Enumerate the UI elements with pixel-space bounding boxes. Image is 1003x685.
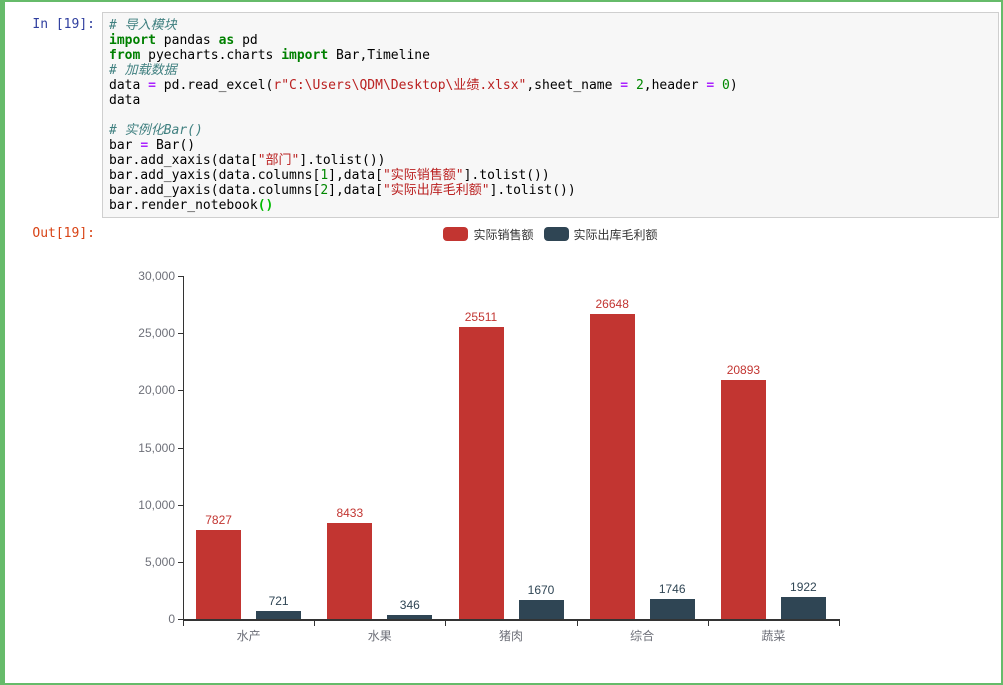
notebook-cell: In [19]: # 导入模块 import pandas as pd from p… (0, 0, 1003, 685)
y-axis-tick-label: 10,000 (138, 497, 175, 512)
legend-marker-sales-icon (443, 227, 469, 241)
y-axis-tick-label: 5,000 (144, 554, 175, 569)
bar-实际出库毛利额-蔬菜[interactable] (780, 597, 826, 619)
bar-实际出库毛利额-猪肉[interactable] (518, 599, 564, 619)
x-axis-category-label: 综合 (630, 629, 655, 643)
legend-item-profit[interactable]: 实际出库毛利额 (543, 226, 658, 243)
input-prompt: In [19]: (32, 17, 95, 32)
code-line[interactable]: bar.add_xaxis(data["部门"].tolist()) (109, 153, 992, 168)
y-axis-tick (178, 333, 183, 335)
bar-value-label: 1670 (527, 582, 555, 597)
legend-label-profit: 实际出库毛利额 (573, 227, 658, 242)
output-prompt: Out[19]: (32, 226, 95, 241)
code-line[interactable]: import pandas as pd (109, 33, 992, 48)
x-axis-tick (314, 621, 316, 626)
code-editor[interactable]: # 导入模块 import pandas as pd from pyecharts.… (102, 12, 999, 218)
y-axis-tick (178, 619, 183, 620)
y-axis-tick-label: 0 (168, 612, 175, 626)
x-axis-tick (183, 621, 184, 626)
y-axis-line (183, 276, 184, 619)
code-line[interactable]: from pyecharts.charts import Bar,Timelin… (109, 48, 992, 63)
bar-实际销售额-蔬菜[interactable] (720, 380, 766, 619)
code-line[interactable]: bar.render_notebook() (109, 198, 992, 213)
x-axis-category-label: 水果 (367, 629, 392, 643)
code-line[interactable]: data = pd.read_excel(r"C:\Users\QDM\Desk… (109, 78, 992, 93)
code-line[interactable]: # 导入模块 (109, 18, 992, 33)
bar-value-label: 1746 (658, 582, 686, 597)
chart-legend: 实际销售额 实际出库毛利额 (102, 226, 999, 242)
x-axis-category-label: 水产 (236, 629, 261, 643)
x-axis-tick (839, 621, 840, 626)
code-line[interactable]: # 加载数据 (109, 63, 992, 78)
code-line[interactable]: bar.add_yaxis(data.columns[1],data["实际销售… (109, 168, 992, 183)
x-axis-category-label: 猪肉 (498, 629, 523, 643)
code-line[interactable]: bar = Bar() (109, 138, 992, 153)
y-axis-tick-label: 25,000 (138, 326, 175, 341)
y-axis-tick-label: 30,000 (138, 269, 175, 283)
bar-实际销售额-水果[interactable] (327, 522, 373, 619)
bar-实际销售额-综合[interactable] (589, 314, 635, 619)
y-axis-tick (178, 561, 183, 563)
bar-实际出库毛利额-水果[interactable] (387, 615, 433, 619)
bar-value-label: 721 (268, 593, 289, 608)
bar-value-label: 20893 (726, 363, 761, 378)
bar-value-label: 26648 (595, 297, 629, 312)
x-axis-tick (445, 621, 447, 626)
x-axis-line (183, 619, 840, 621)
code-line[interactable]: # 实例化Bar() (109, 123, 992, 138)
y-axis-tick (178, 390, 183, 392)
bar-实际出库毛利额-水产[interactable] (256, 610, 302, 619)
y-axis-tick (178, 447, 183, 449)
y-axis-tick (178, 276, 183, 277)
x-axis-tick (707, 621, 709, 626)
code-lines: # 导入模块 import pandas as pd from pyecharts.… (109, 18, 992, 213)
legend-marker-profit-icon (543, 227, 569, 241)
x-axis-tick (576, 621, 578, 626)
bar-value-label: 8433 (336, 505, 364, 520)
code-line[interactable]: bar.add_yaxis(data.columns[2],data["实际出库… (109, 183, 992, 198)
code-line[interactable]: data (109, 93, 992, 108)
bar-value-label: 346 (399, 598, 420, 613)
x-axis-category-label: 蔬菜 (761, 629, 786, 643)
y-axis-tick (178, 504, 183, 506)
legend-label-sales: 实际销售额 (473, 227, 534, 242)
legend-item-sales[interactable]: 实际销售额 (443, 226, 534, 243)
code-line[interactable] (109, 108, 992, 123)
y-axis-tick-label: 15,000 (138, 440, 175, 455)
bar-value-label: 1922 (790, 580, 817, 595)
y-axis-tick-label: 20,000 (138, 383, 175, 398)
bar-实际销售额-水产[interactable] (196, 529, 242, 619)
bar-value-label: 25511 (464, 310, 498, 325)
bar-实际出库毛利额-综合[interactable] (649, 599, 695, 619)
bar-实际销售额-猪肉[interactable] (458, 327, 504, 619)
bar-value-label: 7827 (205, 512, 232, 527)
